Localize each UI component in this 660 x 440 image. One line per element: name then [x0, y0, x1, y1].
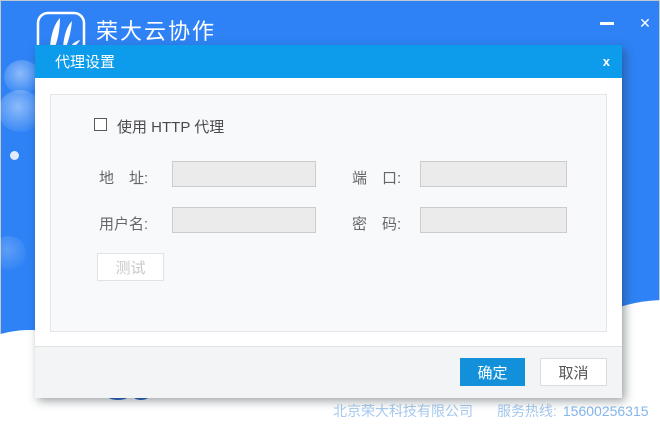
username-label: 用户名: [99, 216, 149, 233]
test-button[interactable]: 测试 [97, 253, 164, 281]
port-input[interactable] [420, 161, 567, 187]
window-title: 荣大云协作 [96, 19, 217, 44]
address-label: 地 址: [99, 170, 149, 187]
app-window: 荣大云协作 ✕ 北京荣大科技有限公司 服务热线: 15600256315 代理设… [0, 0, 660, 440]
http-proxy-checkbox-label[interactable]: 使用 HTTP 代理 [117, 116, 224, 137]
http-proxy-checkbox[interactable] [94, 118, 107, 131]
minimize-icon [600, 21, 614, 25]
minimize-button[interactable] [594, 10, 620, 36]
close-button[interactable]: ✕ [632, 10, 658, 36]
dialog-titlebar: 代理设置 x [35, 45, 622, 78]
dialog-body: 使用 HTTP 代理 地 址: 端 口: 用户名: 密 码: 测试 [35, 78, 622, 346]
company-name: 北京荣大科技有限公司 [333, 403, 473, 419]
dialog-close-icon[interactable]: x [603, 45, 610, 78]
footer: 北京荣大科技有限公司 服务热线: 15600256315 [333, 401, 649, 421]
proxy-settings-dialog: 代理设置 x 使用 HTTP 代理 地 址: 端 口: 用户名: 密 码: 测试… [35, 45, 622, 398]
ok-button[interactable]: 确定 [460, 358, 525, 386]
hotline-number: 15600256315 [562, 403, 649, 419]
hotline-label: 服务热线: [497, 403, 557, 419]
dialog-footer: 确定 取消 [35, 346, 622, 398]
close-icon: ✕ [639, 14, 651, 31]
address-input[interactable] [172, 161, 316, 187]
proxy-form-panel: 使用 HTTP 代理 地 址: 端 口: 用户名: 密 码: 测试 [50, 94, 607, 332]
port-label: 端 口: [352, 170, 402, 187]
username-input[interactable] [172, 207, 316, 233]
dot-decoration [10, 151, 19, 160]
bubble-decoration [0, 236, 26, 270]
password-input[interactable] [420, 207, 567, 233]
dialog-title: 代理设置 [55, 54, 116, 71]
password-label: 密 码: [352, 216, 402, 233]
cancel-button[interactable]: 取消 [540, 358, 607, 386]
